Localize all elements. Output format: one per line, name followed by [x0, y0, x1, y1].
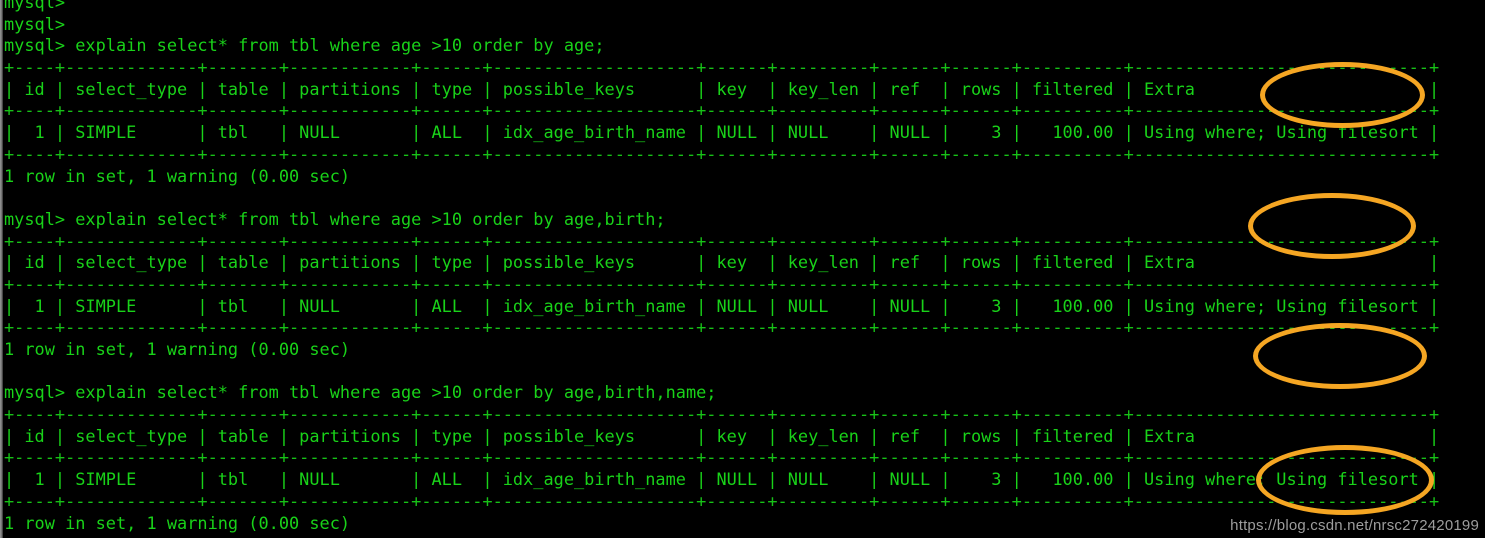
terminal-line-rule: +----+-------------+-------+------------… [4, 404, 1440, 425]
terminal-line-prompt: mysql> [4, 0, 66, 12]
terminal-window[interactable]: mysql> mysql> mysql> explain select* from … [0, 0, 1485, 538]
terminal-line-rule: +----+-------------+-------+------------… [4, 317, 1440, 338]
terminal-line-data: | 1 | SIMPLE | tbl | NULL | ALL | idx_ag… [4, 122, 1440, 143]
terminal-line-prompt: mysql> [4, 13, 66, 34]
terminal-line-header: | id | select_type | table | partitions … [4, 78, 1440, 99]
terminal-line-data: | 1 | SIMPLE | tbl | NULL | ALL | idx_ag… [4, 469, 1440, 490]
terminal-line-status: 1 row in set, 1 warning (0.00 sec) [4, 512, 351, 533]
terminal-line-command: mysql> explain select* from tbl where ag… [4, 35, 605, 56]
terminal-line-rule: +----+-------------+-------+------------… [4, 143, 1440, 164]
terminal-line-status: 1 row in set, 1 warning (0.00 sec) [4, 165, 351, 186]
terminal-line-rule: +----+-------------+-------+------------… [4, 447, 1440, 468]
highlight-ellipse-using-filesort [1253, 323, 1427, 389]
terminal-line-rule: +----+-------------+-------+------------… [4, 57, 1440, 78]
terminal-line-header: | id | select_type | table | partitions … [4, 425, 1440, 446]
terminal-output-console[interactable]: mysql> mysql> mysql> explain select* from … [4, 0, 1439, 538]
terminal-line-rule: +----+-------------+-------+------------… [4, 273, 1440, 294]
watermark-text: https://blog.csdn.net/nrsc272420199 [1230, 517, 1479, 534]
highlight-ellipse-using-filesort [1260, 62, 1425, 128]
terminal-line-command: mysql> explain select* from tbl where ag… [4, 208, 666, 229]
terminal-line-rule: +----+-------------+-------+------------… [4, 490, 1440, 511]
terminal-line-header: | id | select_type | table | partitions … [4, 252, 1440, 273]
terminal-line-command: mysql> explain select* from tbl where ag… [4, 382, 717, 403]
terminal-line-rule: +----+-------------+-------+------------… [4, 100, 1440, 121]
terminal-line-status: 1 row in set, 1 warning (0.00 sec) [4, 339, 351, 359]
terminal-line-data: | 1 | SIMPLE | tbl | NULL | ALL | idx_ag… [4, 295, 1440, 316]
terminal-line-rule: +----+-------------+-------+------------… [4, 230, 1440, 251]
highlight-ellipse-using-filesort [1256, 445, 1434, 515]
highlight-ellipse-using-filesort [1248, 193, 1416, 259]
window-left-edge-strip [0, 0, 3, 538]
